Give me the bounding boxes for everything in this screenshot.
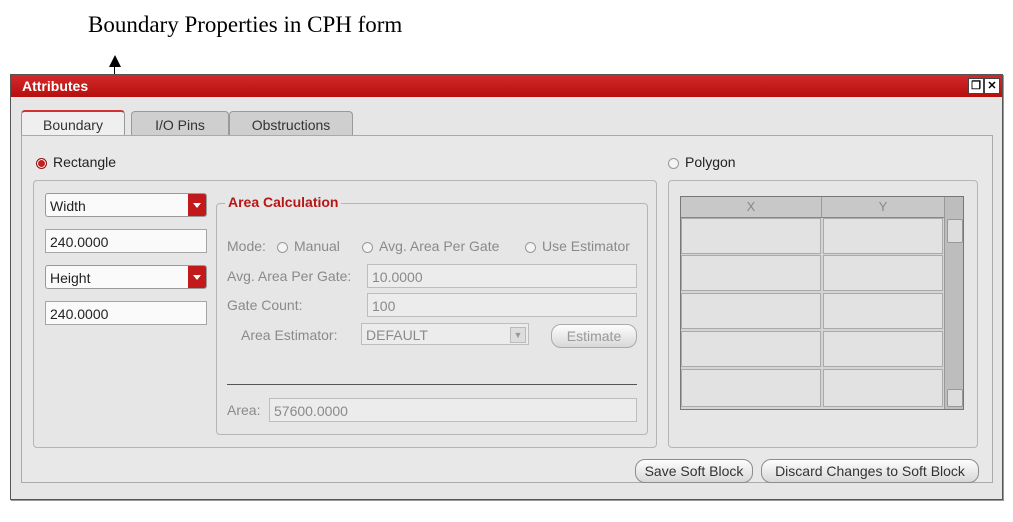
radio-selected-icon bbox=[36, 157, 47, 169]
rectangle-label: Rectangle bbox=[53, 154, 117, 170]
area-calculation-group: Area Calculation Mode: Manual Avg. Area … bbox=[216, 194, 648, 435]
column-x-header: X bbox=[681, 197, 822, 217]
mode-manual-radio[interactable]: Manual bbox=[277, 238, 340, 254]
mode-label: Mode: bbox=[227, 238, 266, 254]
tab-boundary[interactable]: Boundary bbox=[21, 110, 125, 138]
chevron-down-icon bbox=[188, 266, 206, 288]
height-select[interactable]: Height bbox=[45, 265, 207, 289]
mode-manual-label: Manual bbox=[294, 238, 340, 254]
area-estimator-value: DEFAULT bbox=[366, 327, 428, 343]
width-select-value: Width bbox=[50, 198, 86, 214]
close-icon[interactable]: ✕ bbox=[984, 78, 1000, 94]
mode-avg-radio[interactable]: Avg. Area Per Gate bbox=[362, 238, 499, 254]
vertical-scrollbar[interactable] bbox=[944, 197, 963, 409]
rectangle-group: Width 240.0000 Height 240.0000 Area Calc… bbox=[33, 180, 657, 448]
table-cell[interactable] bbox=[823, 255, 943, 291]
tab-io-pins[interactable]: I/O Pins bbox=[131, 111, 229, 136]
gate-count-label: Gate Count: bbox=[227, 297, 303, 313]
area-estimator-label: Area Estimator: bbox=[241, 327, 338, 343]
window-title: Attributes bbox=[22, 78, 89, 94]
radio-icon bbox=[362, 241, 373, 253]
save-soft-block-button[interactable]: Save Soft Block bbox=[635, 459, 753, 483]
area-label: Area: bbox=[227, 402, 261, 418]
scroll-thumb[interactable] bbox=[947, 219, 963, 243]
height-select-value: Height bbox=[50, 270, 91, 286]
chevron-down-icon: ▼ bbox=[510, 327, 526, 343]
table-header: X Y bbox=[681, 197, 945, 218]
table-cell[interactable] bbox=[823, 369, 943, 407]
chevron-down-icon bbox=[188, 194, 206, 216]
avg-area-input[interactable]: 10.0000 bbox=[367, 264, 637, 288]
polygon-radio[interactable]: Polygon bbox=[668, 154, 736, 170]
table-cell[interactable] bbox=[823, 331, 943, 367]
restore-icon[interactable]: ❐ bbox=[968, 78, 984, 94]
table-cell[interactable] bbox=[681, 293, 821, 329]
table-cell[interactable] bbox=[681, 218, 821, 254]
tab-obstructions[interactable]: Obstructions bbox=[229, 111, 353, 136]
radio-unselected-icon bbox=[668, 157, 679, 169]
polygon-table[interactable]: X Y bbox=[680, 196, 964, 410]
discard-changes-button[interactable]: Discard Changes to Soft Block bbox=[761, 459, 979, 483]
figure-caption: Boundary Properties in CPH form bbox=[88, 12, 403, 37]
column-y-header: Y bbox=[822, 197, 945, 217]
radio-icon bbox=[525, 241, 536, 253]
polygon-label: Polygon bbox=[685, 154, 736, 170]
table-cell[interactable] bbox=[681, 331, 821, 367]
scroll-down-button[interactable] bbox=[947, 389, 963, 407]
width-input[interactable]: 240.0000 bbox=[45, 229, 207, 253]
mode-estimator-label: Use Estimator bbox=[542, 238, 630, 254]
area-calculation-title: Area Calculation bbox=[225, 194, 342, 210]
area-estimator-select[interactable]: DEFAULT ▼ bbox=[361, 323, 529, 345]
divider bbox=[227, 384, 637, 385]
estimate-button[interactable]: Estimate bbox=[551, 324, 637, 348]
mode-avg-label: Avg. Area Per Gate bbox=[379, 238, 500, 254]
table-cell[interactable] bbox=[823, 293, 943, 329]
radio-icon bbox=[277, 241, 288, 253]
width-select[interactable]: Width bbox=[45, 193, 207, 217]
avg-area-label: Avg. Area Per Gate: bbox=[227, 268, 352, 284]
gate-count-input[interactable]: 100 bbox=[367, 293, 637, 317]
rectangle-radio[interactable]: Rectangle bbox=[36, 154, 116, 170]
area-value-field: 57600.0000 bbox=[269, 398, 637, 422]
table-cell[interactable] bbox=[823, 218, 943, 254]
table-cell[interactable] bbox=[681, 255, 821, 291]
mode-estimator-radio[interactable]: Use Estimator bbox=[525, 238, 630, 254]
table-cell[interactable] bbox=[681, 369, 821, 407]
arrow-head bbox=[109, 55, 121, 67]
height-input[interactable]: 240.0000 bbox=[45, 301, 207, 325]
title-bar: Attributes ❐ ✕ bbox=[11, 75, 1002, 97]
